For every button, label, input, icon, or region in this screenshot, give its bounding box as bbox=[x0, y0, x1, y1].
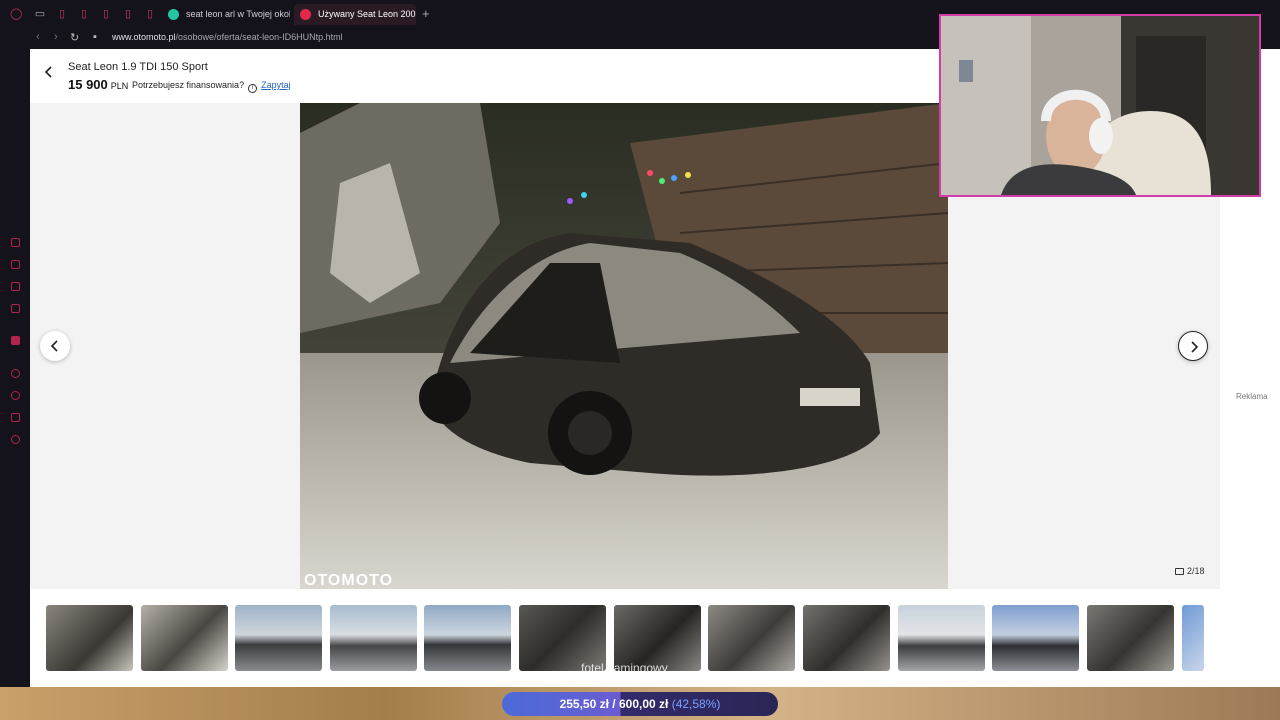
stream-goal-caption: fotel gamingowy bbox=[581, 661, 668, 675]
lock-icon: ▪ bbox=[93, 31, 97, 43]
goal-separator: / bbox=[612, 697, 616, 711]
tab-overview-icon[interactable]: ▭ bbox=[34, 8, 46, 20]
pinned-tab-icon[interactable]: ▯ bbox=[100, 8, 112, 20]
browser-sidebar bbox=[0, 49, 30, 720]
tab-favicon-icon bbox=[168, 9, 179, 20]
goal-current: 255,50 zł bbox=[559, 697, 609, 711]
thumbnail[interactable] bbox=[235, 605, 322, 671]
url-field[interactable]: www.otomoto.pl/osobowe/oferta/seat-leon-… bbox=[112, 32, 343, 42]
thumbnail[interactable] bbox=[46, 605, 133, 671]
sidebar-history-icon[interactable] bbox=[11, 391, 20, 400]
sidebar-chat-icon[interactable] bbox=[11, 304, 20, 313]
otomoto-watermark: OTOMOTO bbox=[304, 572, 393, 589]
donation-goal-text: 255,50 zł / 600,00 zł (42,58%) bbox=[502, 697, 778, 711]
thumbnail[interactable] bbox=[898, 605, 985, 671]
sidebar-store-icon[interactable] bbox=[11, 260, 20, 269]
price-currency: PLN bbox=[110, 81, 129, 91]
financing-question: Potrzebujesz finansowania? bbox=[132, 80, 245, 90]
back-icon[interactable]: ‹ bbox=[36, 31, 40, 43]
tab-search[interactable]: seat leon arl w Twojej okolicy bbox=[162, 4, 290, 25]
webcam-overlay bbox=[939, 14, 1261, 197]
back-arrow-icon[interactable] bbox=[42, 65, 56, 79]
thumbnail[interactable] bbox=[992, 605, 1079, 671]
photo-counter: 2/18 bbox=[1175, 566, 1205, 576]
thumbnail[interactable] bbox=[424, 605, 511, 671]
ask-link[interactable]: Zapytaj bbox=[261, 80, 291, 90]
pinned-tab-icon[interactable]: ▯ bbox=[78, 8, 90, 20]
sidebar-twitch-icon[interactable] bbox=[11, 336, 20, 345]
sidebar-messenger-icon[interactable] bbox=[11, 282, 20, 291]
financing-row: Potrzebujesz finansowania? i Zapytaj bbox=[132, 80, 291, 93]
main-car-photo[interactable]: OTOMOTO bbox=[300, 103, 948, 589]
sidebar-player-icon[interactable] bbox=[11, 369, 20, 378]
ad-label: Reklama bbox=[1236, 392, 1268, 401]
photo-counter-text: 2/18 bbox=[1187, 566, 1205, 576]
info-icon[interactable]: i bbox=[248, 84, 258, 93]
tab-label: seat leon arl w Twojej okolicy bbox=[186, 9, 290, 19]
tab-label: Używany Seat Leon 2003 bbox=[318, 9, 416, 19]
sidebar-extensions-icon[interactable] bbox=[11, 413, 20, 422]
tab-favicon-icon bbox=[300, 9, 311, 20]
goal-target: 600,00 zł bbox=[618, 697, 669, 711]
sidebar-crypto-icon[interactable] bbox=[11, 238, 20, 247]
tab-otomoto[interactable]: Używany Seat Leon 2003 bbox=[294, 4, 416, 25]
next-photo-button[interactable] bbox=[1178, 331, 1208, 361]
goal-percent: (42,58%) bbox=[671, 697, 721, 711]
thumbnail[interactable] bbox=[708, 605, 795, 671]
url-domain: www.otomoto.pl bbox=[112, 32, 176, 42]
forward-icon[interactable]: › bbox=[54, 31, 58, 43]
price-value: 15 900 bbox=[68, 77, 108, 92]
prev-photo-button[interactable] bbox=[40, 331, 70, 361]
chevron-right-icon bbox=[1191, 341, 1199, 353]
new-tab-plus-icon[interactable]: + bbox=[422, 6, 430, 21]
thumbnail[interactable] bbox=[803, 605, 890, 671]
thumbnail[interactable] bbox=[330, 605, 417, 671]
reload-icon[interactable]: ↻ bbox=[70, 31, 79, 44]
camera-icon bbox=[1175, 568, 1184, 575]
listing-price: 15 900 PLN bbox=[68, 77, 128, 92]
url-path: /osobowe/oferta/seat-leon-ID6HUNtp.html bbox=[175, 32, 343, 42]
thumbnail[interactable] bbox=[1087, 605, 1174, 671]
pinned-tab-icon[interactable]: ▯ bbox=[122, 8, 134, 20]
pinned-tab-icon[interactable]: ▯ bbox=[56, 8, 68, 20]
thumbnail[interactable] bbox=[1182, 605, 1204, 671]
sidebar-settings-icon[interactable] bbox=[11, 435, 20, 444]
pinned-tab-icon[interactable]: ▯ bbox=[144, 8, 156, 20]
listing-title: Seat Leon 1.9 TDI 150 Sport bbox=[68, 61, 208, 73]
donation-goal-bar: 255,50 zł / 600,00 zł (42,58%) bbox=[502, 692, 778, 716]
webcam-image bbox=[941, 16, 1259, 195]
chevron-left-icon bbox=[50, 340, 58, 352]
car-photo-image: OTOMOTO bbox=[300, 103, 948, 589]
opera-logo-icon[interactable]: ◯ bbox=[10, 8, 22, 20]
thumbnail[interactable] bbox=[141, 605, 228, 671]
